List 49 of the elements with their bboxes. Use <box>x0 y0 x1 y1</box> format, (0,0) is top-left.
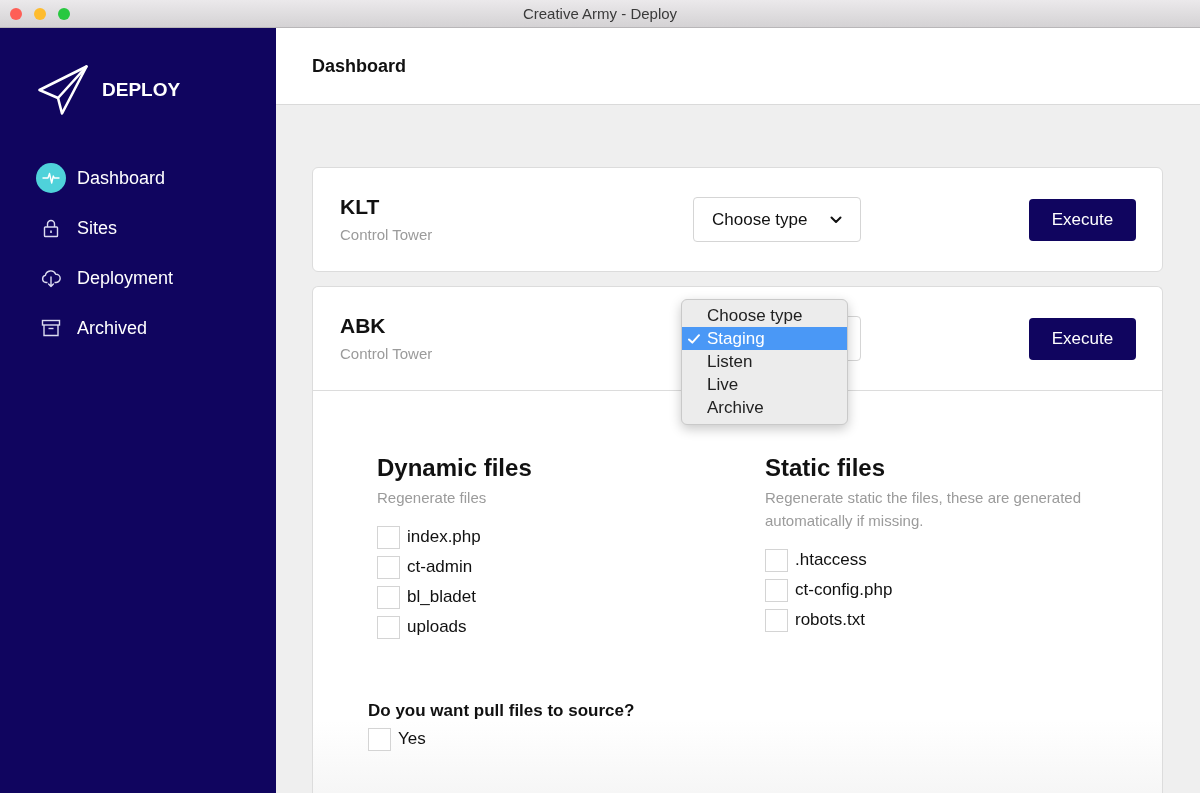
section-title: Static files <box>765 454 886 482</box>
nav-item[interactable]: Archived <box>36 303 148 353</box>
chevron-down-icon <box>830 215 842 224</box>
checkbox[interactable] <box>765 548 788 572</box>
dropdown-option[interactable]: Archive <box>682 396 847 419</box>
file-name: uploads <box>407 617 467 637</box>
nav-item[interactable]: Sites <box>36 203 118 253</box>
lock-icon <box>41 218 61 238</box>
section-description: Regenerate static the files, these are generated automatically if missing. <box>765 488 1083 531</box>
paper-plane-icon <box>37 64 89 116</box>
site-subtitle: Control Tower <box>340 344 433 364</box>
site-subtitle: Control Tower <box>340 225 433 245</box>
section-description: Regenerate files <box>377 488 487 508</box>
site-name: ABK <box>340 313 386 339</box>
dropdown-option[interactable]: Live <box>682 373 847 396</box>
file-name: index.php <box>407 527 481 547</box>
checkmark-icon <box>688 333 700 344</box>
window-minimize-icon[interactable] <box>34 7 46 20</box>
window-zoom-icon[interactable] <box>58 7 70 20</box>
type-select[interactable]: Choose type <box>693 197 861 242</box>
checkbox[interactable] <box>368 727 391 751</box>
section-title: Dynamic files <box>377 454 532 482</box>
file-name: .htaccess <box>795 550 867 570</box>
pulse-icon <box>36 163 66 193</box>
checkbox[interactable] <box>377 555 400 579</box>
checkbox[interactable] <box>377 585 400 609</box>
file-name: ct-config.php <box>795 580 893 600</box>
logo-text: DEPLOY <box>102 79 181 101</box>
nav-item[interactable]: Deployment <box>36 253 174 303</box>
checkbox[interactable] <box>765 608 788 632</box>
question-text: Do you want pull files to source? <box>368 701 635 721</box>
site-name: KLT <box>340 194 380 220</box>
execute-button[interactable]: Execute <box>1029 198 1136 241</box>
file-name: ct-admin <box>407 557 473 577</box>
file-name: bl_bladet <box>407 587 476 607</box>
window-close-icon[interactable] <box>10 7 22 20</box>
nav-item[interactable]: Dashboard <box>36 153 166 203</box>
page-title: Dashboard <box>312 55 407 77</box>
checkbox[interactable] <box>377 525 400 549</box>
file-name: robots.txt <box>795 610 865 630</box>
archive-box-icon <box>41 318 61 338</box>
window-title: Creative Army - Deploy <box>522 5 678 22</box>
dropdown-option[interactable]: Choose type <box>682 304 847 327</box>
checkbox[interactable] <box>765 578 788 602</box>
execute-button[interactable]: Execute <box>1029 317 1136 360</box>
checkbox[interactable] <box>377 615 400 639</box>
option-label: Yes <box>398 729 426 749</box>
cloud-download-icon <box>41 268 61 288</box>
dropdown-option[interactable]: Listen <box>682 350 847 373</box>
